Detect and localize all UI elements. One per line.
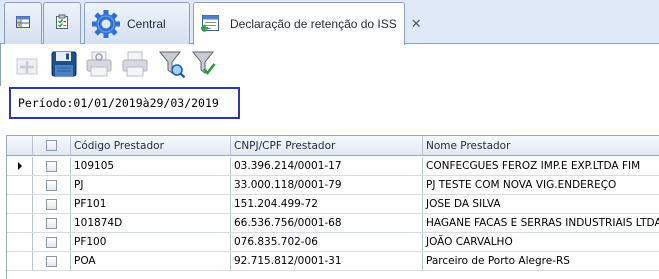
cell-codigo: 101874D (71, 214, 231, 232)
tab-declaracao-label: Declaração de retenção do ISS (230, 17, 397, 31)
row-select[interactable] (33, 195, 71, 213)
toolbar (0, 44, 659, 86)
row-select[interactable] (33, 157, 71, 175)
row-indicator (7, 176, 33, 194)
row-checkbox[interactable] (46, 255, 57, 267)
cell-codigo: PJ (71, 176, 231, 194)
table-row[interactable]: POA 92.715.812/0001-31 Parceiro de Porto… (7, 252, 659, 271)
table-row[interactable]: 109105 03.396.214/0001-17 CONFECGUES FER… (7, 157, 659, 176)
grid-header: Código Prestador CNPJ/CPF Prestador Nome… (7, 136, 659, 156)
printer-search-icon (84, 50, 114, 81)
table-row[interactable]: PF100 076.835.702-06 JOÃO CARVALHO (7, 233, 659, 252)
period-filter: Período: 01/01/2019 à 29/03/2019 (9, 87, 240, 119)
printer-icon (120, 50, 150, 81)
prestadores-grid: Código Prestador CNPJ/CPF Prestador Nome… (6, 135, 659, 279)
row-indicator (7, 157, 33, 175)
tab-strip: Central Declaração de retenção do ISS ✕ (0, 0, 659, 45)
row-select[interactable] (33, 176, 71, 194)
cell-cnpj: 076.835.702-06 (231, 233, 423, 251)
cell-nome: PJ TESTE COM NOVA VIG.ENDEREÇO (426, 179, 617, 191)
row-checkbox[interactable] (46, 198, 57, 210)
row-checkbox[interactable] (46, 236, 57, 248)
cell-codigo: POA (71, 252, 231, 270)
period-label: Período: (18, 96, 74, 110)
current-row-arrow-icon (17, 162, 22, 170)
checklist-clipboard-icon (54, 14, 70, 33)
cell-cnpj: 92.715.812/0001-31 (231, 252, 423, 270)
row-indicator (7, 252, 33, 270)
row-indicator (7, 195, 33, 213)
gear-icon (91, 9, 121, 39)
header-indicator (7, 136, 33, 155)
row-select[interactable] (33, 214, 71, 232)
period-end-date: 29/03/2019 (149, 96, 219, 110)
tab-central[interactable]: Central (84, 2, 190, 44)
tab-declaracao[interactable]: Declaração de retenção do ISS ✕ (193, 2, 422, 45)
header-select-all[interactable] (33, 136, 71, 155)
save-button[interactable] (48, 49, 80, 81)
funnel-search-icon (158, 49, 186, 82)
row-checkbox[interactable] (46, 217, 57, 229)
cell-cnpj: 03.396.214/0001-17 (231, 157, 423, 175)
table-row[interactable]: PJ 33.000.118/0001-79 PJ TESTE COM NOVA … (7, 176, 659, 195)
header-codigo-prestador[interactable]: Código Prestador (71, 136, 231, 155)
row-indicator (7, 214, 33, 232)
cell-codigo: PF100 (71, 233, 231, 251)
table-row[interactable]: PF101 151.204.499-72 JOSE DA SILVA (7, 195, 659, 214)
period-start-date: 01/01/2019 (73, 96, 143, 110)
filter-apply-button[interactable] (189, 49, 221, 81)
print-preview-button[interactable] (83, 49, 115, 81)
cell-codigo: PF101 (71, 195, 231, 213)
header-cnpj-prestador[interactable]: CNPJ/CPF Prestador (231, 136, 423, 155)
cell-nome: JOÃO CARVALHO (426, 236, 513, 248)
floppy-disk-icon (50, 50, 78, 81)
row-select[interactable] (33, 233, 71, 251)
header-nome-prestador[interactable]: Nome Prestador (423, 136, 659, 155)
funnel-check-icon (191, 49, 219, 82)
add-button[interactable] (11, 49, 43, 81)
cell-cnpj: 33.000.118/0001-79 (231, 176, 423, 194)
cell-nome: JOSE DA SILVA (426, 198, 501, 210)
filter-button[interactable] (156, 49, 188, 81)
table-row[interactable]: 101874D 66.536.756/0001-68 HAGANE FACAS … (7, 214, 659, 233)
tab-central-label: Central (127, 16, 166, 31)
row-indicator (7, 233, 33, 251)
cell-nome: Parceiro de Porto Alegre-RS (426, 255, 570, 267)
cell-cnpj: 66.536.756/0001-68 (231, 214, 423, 232)
tab-checklist[interactable] (43, 2, 81, 44)
row-checkbox[interactable] (46, 179, 57, 191)
row-select[interactable] (33, 252, 71, 270)
cell-nome: HAGANE FACAS E SERRAS INDUSTRIAIS LTDA. (426, 217, 659, 229)
row-checkbox[interactable] (46, 160, 57, 172)
cell-cnpj: 151.204.499-72 (231, 195, 423, 213)
grid-table-icon (15, 14, 31, 33)
cell-nome: CONFECGUES FEROZ IMP.E EXP.LTDA FIM (426, 160, 641, 172)
print-button[interactable] (119, 49, 151, 81)
close-tab-button[interactable]: ✕ (411, 16, 422, 32)
document-add-icon (200, 13, 222, 35)
period-separator: à (142, 96, 150, 110)
select-all-checkbox[interactable] (46, 140, 57, 151)
tab-grid-view[interactable] (4, 2, 42, 44)
add-record-icon (14, 51, 40, 80)
cell-codigo: 109105 (71, 157, 231, 175)
